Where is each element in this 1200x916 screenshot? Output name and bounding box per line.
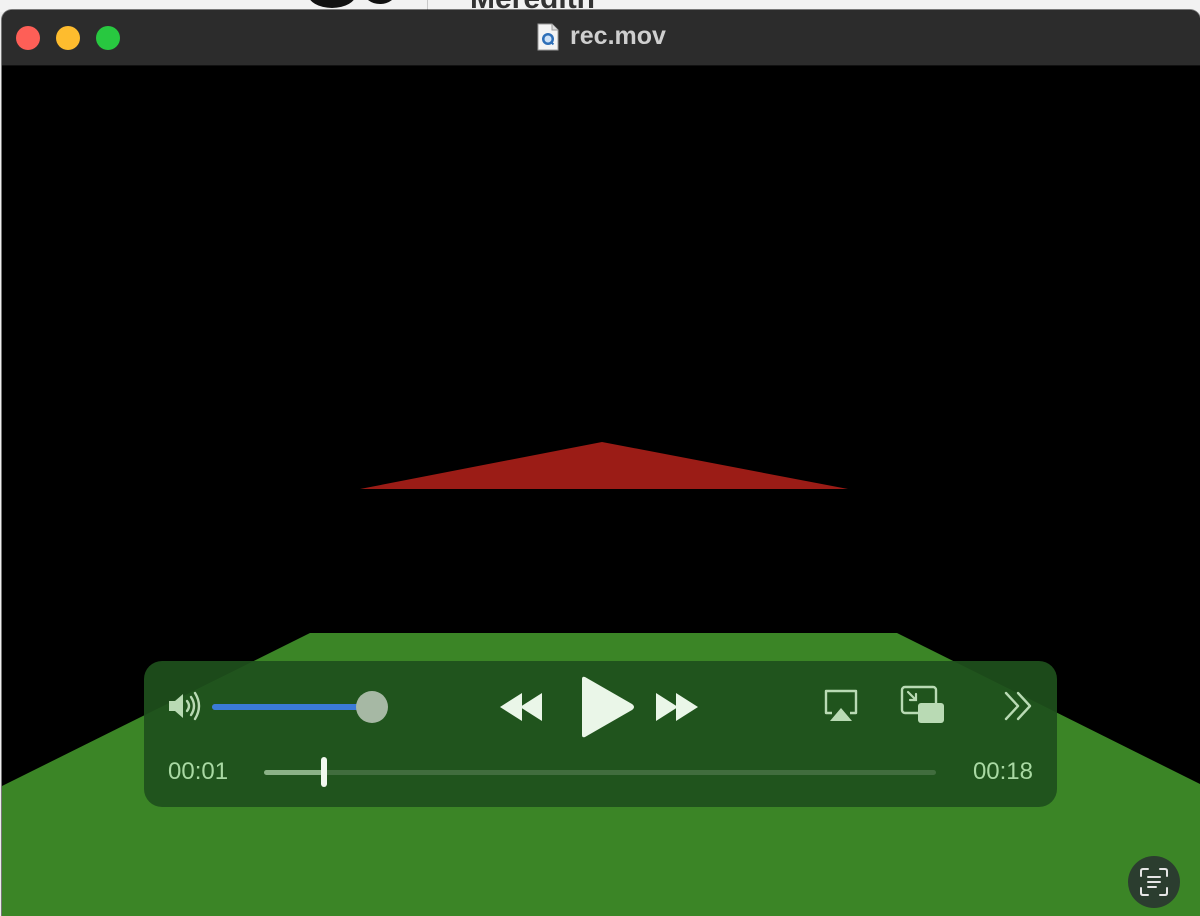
total-duration: 00:18 — [972, 758, 1033, 785]
fast-forward-icon[interactable] — [650, 689, 702, 725]
speaker-volume-icon[interactable] — [166, 689, 204, 723]
quicktime-document-icon — [537, 23, 559, 50]
live-text-icon — [1140, 868, 1168, 896]
playback-scrubber-fill — [264, 770, 325, 775]
background-app-glyph — [310, 0, 392, 8]
current-time: 00:01 — [168, 758, 229, 785]
window-title: rec.mov — [570, 22, 666, 50]
volume-slider-fill — [212, 704, 372, 710]
picture-in-picture-icon[interactable] — [900, 685, 946, 727]
chevron-double-right-icon[interactable] — [1002, 689, 1036, 723]
playback-scrubber[interactable] — [264, 757, 936, 787]
playhead-handle[interactable] — [321, 757, 328, 787]
quicktime-player-window: rec.mov 00:01 00:18 — [2, 10, 1200, 916]
playback-controls-bar: 00:01 00:18 — [144, 661, 1057, 807]
red-triangle-object — [360, 442, 848, 489]
volume-slider[interactable] — [212, 691, 388, 723]
volume-slider-knob[interactable] — [356, 691, 388, 723]
rewind-icon[interactable] — [496, 689, 548, 725]
window-titlebar[interactable]: rec.mov — [2, 10, 1200, 66]
live-text-button[interactable] — [1128, 856, 1180, 908]
airplay-icon[interactable] — [822, 687, 860, 725]
play-icon[interactable] — [576, 675, 636, 739]
background-divider — [427, 0, 428, 10]
video-player-area[interactable]: 00:01 00:18 — [2, 66, 1200, 916]
window-title-group: rec.mov — [2, 22, 1200, 51]
